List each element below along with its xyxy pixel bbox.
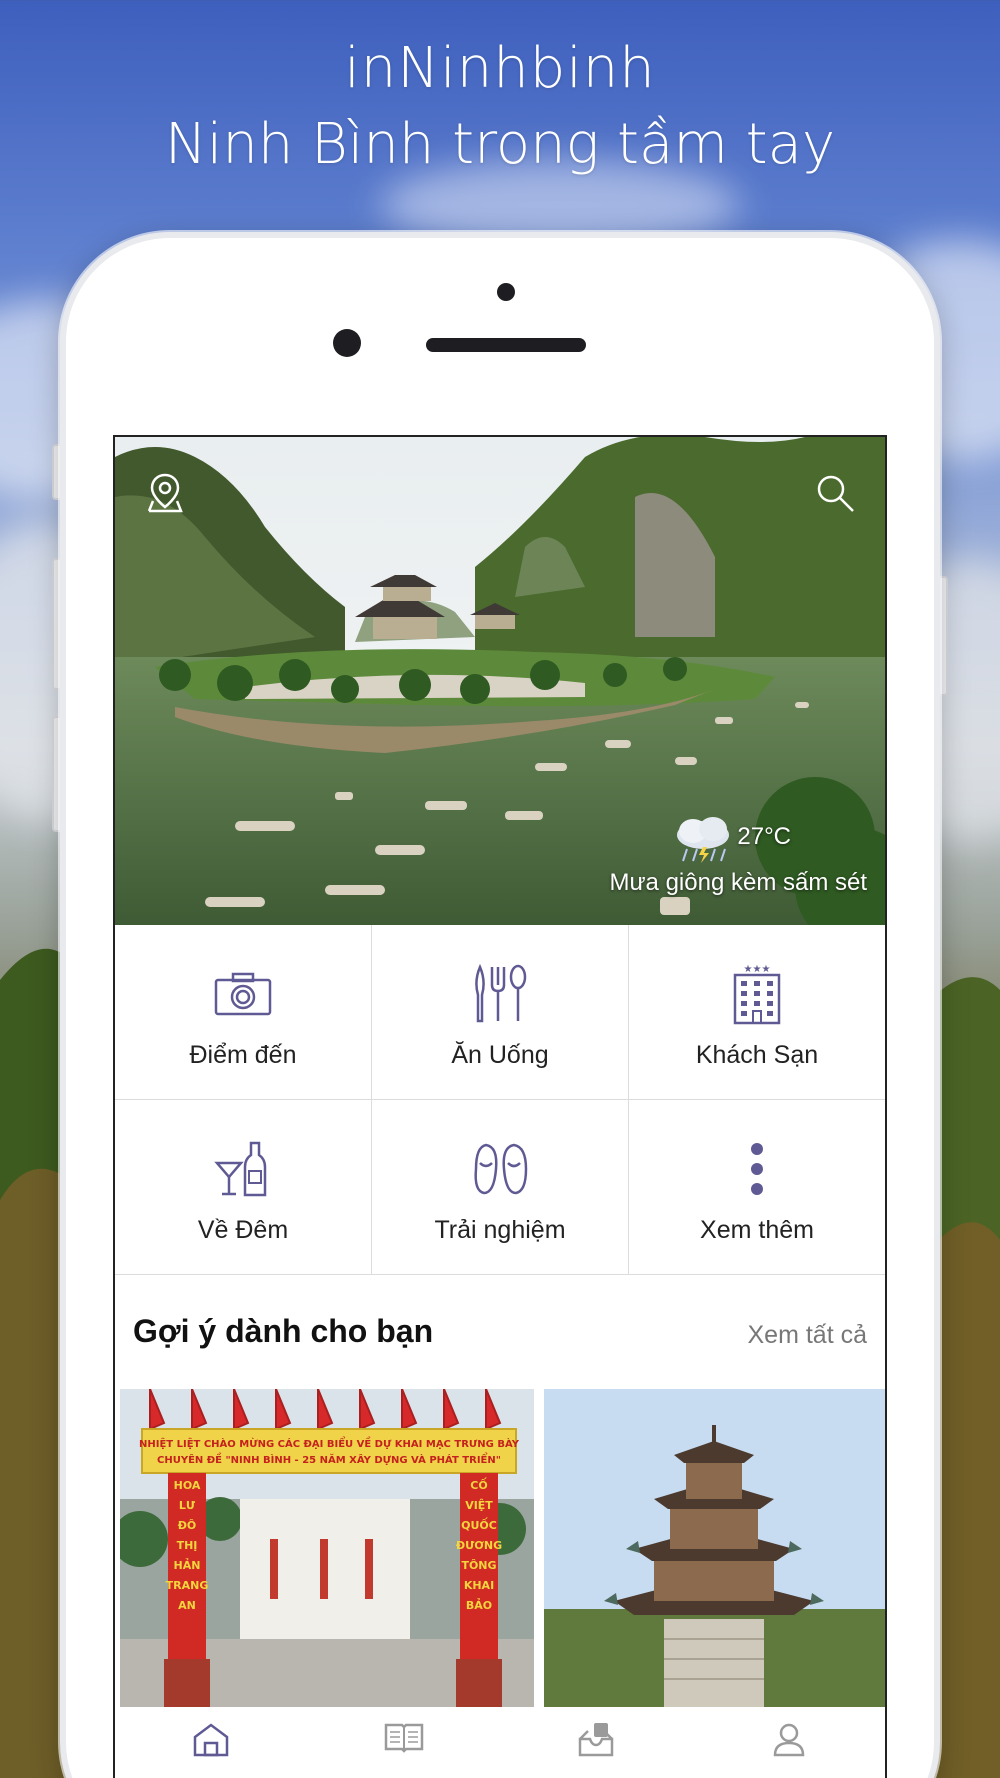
category-xem-them[interactable]: Xem thêm — [629, 1100, 885, 1275]
app-name: inNinhbinh — [344, 36, 656, 101]
hero-landscape-image — [115, 437, 885, 925]
suggestion-card-pagoda[interactable] — [544, 1389, 885, 1707]
category-trai-nghiem[interactable]: Trải nghiệm — [372, 1100, 629, 1275]
footprints-icon — [474, 1143, 528, 1195]
suggestion-card-museum[interactable]: NHIỆT LIỆT CHÀO MỪNG CÁC ĐẠI BIỂU VỀ DỰ … — [120, 1389, 534, 1707]
hotel-icon: ★★★ — [733, 964, 781, 1025]
category-khach-san[interactable]: ★★★ Khách Sạn — [629, 925, 885, 1100]
hero-banner: 27°C Mưa giông kèm sấm sét — [115, 437, 885, 925]
home-icon — [194, 1723, 229, 1757]
location-pin-icon[interactable] — [143, 471, 187, 515]
nav-home[interactable] — [115, 1707, 308, 1778]
category-label: Về Đêm — [197, 1216, 289, 1244]
svg-text:★★★: ★★★ — [744, 964, 771, 975]
category-ve-dem[interactable]: Về Đêm — [115, 1100, 372, 1275]
category-diem-den[interactable]: Điểm đến — [115, 925, 372, 1100]
category-label: Khách Sạn — [695, 1041, 819, 1069]
category-grid: Điểm đến Ăn Uống ★★★ Khách Sạn Về Đêm Tr… — [115, 925, 885, 1275]
museum-photo: NHIỆT LIỆT CHÀO MỪNG CÁC ĐẠI BIỂU VỀ DỰ … — [120, 1389, 534, 1707]
suggestions-title: Gợi ý dành cho bạn — [133, 1313, 434, 1349]
more-vertical-icon — [751, 1143, 763, 1195]
book-icon — [384, 1723, 423, 1753]
phone-sensor — [497, 283, 515, 301]
inbox-icon — [579, 1723, 614, 1757]
category-an-uong[interactable]: Ăn Uống — [372, 925, 629, 1100]
nav-inbox[interactable] — [500, 1707, 693, 1778]
cocktail-bottle-icon — [214, 1141, 267, 1197]
nav-guide[interactable] — [308, 1707, 501, 1778]
camera-icon — [214, 972, 272, 1016]
phone-front-camera — [333, 329, 361, 357]
utensils-icon — [475, 963, 527, 1023]
weather-temperature: 27°C — [737, 823, 791, 850]
category-label: Xem thêm — [700, 1216, 814, 1244]
search-icon[interactable] — [813, 471, 857, 515]
category-label: Điểm đến — [189, 1041, 297, 1069]
see-all-link[interactable]: Xem tất cả — [748, 1321, 868, 1350]
tagline: Ninh Bình trong tầm tay — [164, 112, 836, 177]
category-label: Ăn Uống — [451, 1041, 549, 1069]
pagoda-photo — [544, 1389, 885, 1707]
user-icon — [773, 1723, 805, 1757]
weather-description: Mưa giông kèm sấm sét — [609, 869, 868, 896]
category-label: Trải nghiệm — [434, 1216, 566, 1244]
nav-profile[interactable] — [693, 1707, 886, 1778]
thunderstorm-cloud-icon — [677, 817, 729, 863]
phone-speaker — [426, 338, 586, 352]
bottom-navigation — [115, 1707, 885, 1778]
app-screen: 27°C Mưa giông kèm sấm sét Điểm đến Ăn U… — [113, 435, 887, 1778]
